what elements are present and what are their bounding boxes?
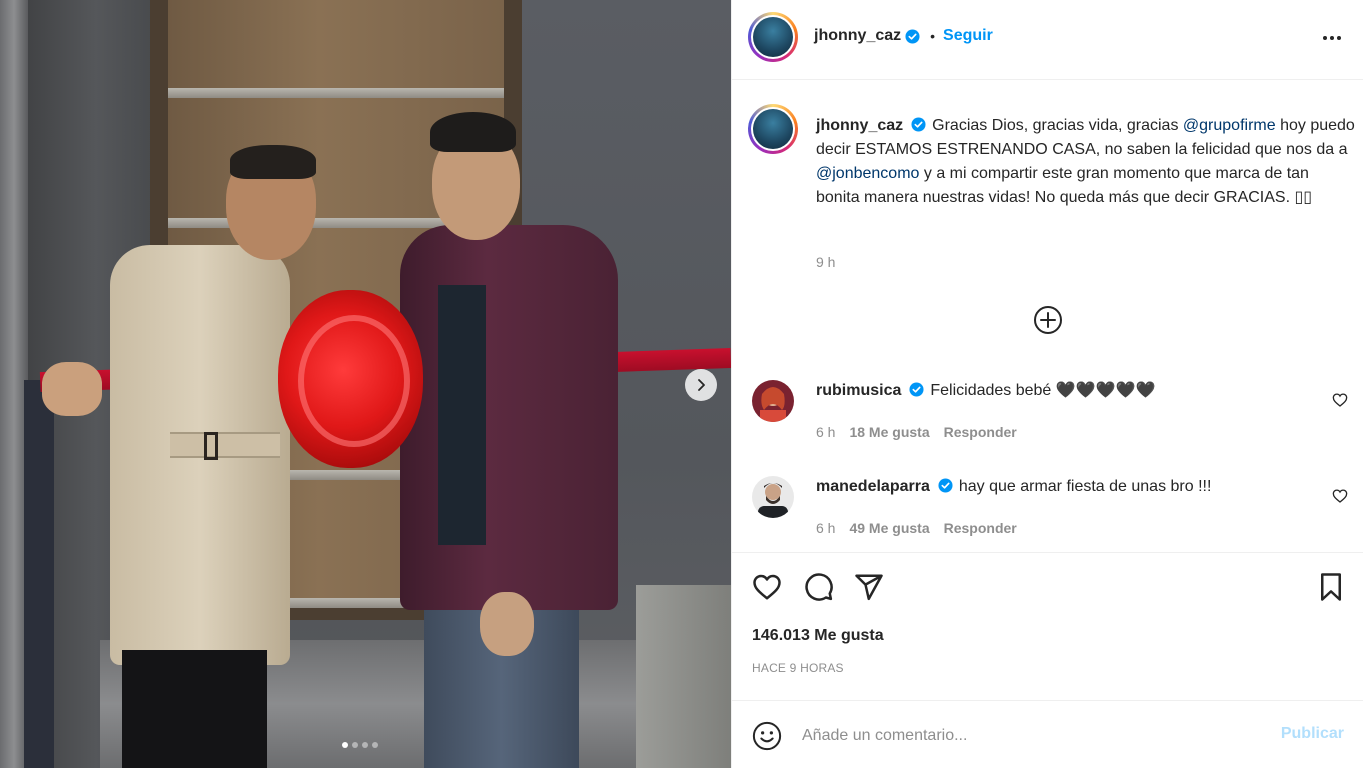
carousel-indicator xyxy=(342,742,378,748)
comment-body: rubimusica Felicidades bebé 🖤🖤🖤🖤🖤 xyxy=(816,380,1316,402)
mention-link[interactable]: @jonbencomo xyxy=(816,165,919,182)
like-comment-heart-icon[interactable] xyxy=(1332,488,1348,504)
author-name-row: jhonny_caz • Seguir xyxy=(814,27,993,45)
comment-reply-button[interactable]: Responder xyxy=(944,520,1017,536)
post-side-panel: jhonny_caz • Seguir jhonny_caz Gracias Di… xyxy=(731,0,1363,768)
comment-text: hay que armar fiesta de unas bro !!! xyxy=(958,478,1212,495)
comment-likes[interactable]: 49 Me gusta xyxy=(849,520,929,536)
actions-divider xyxy=(732,552,1363,553)
emoji-icon[interactable] xyxy=(752,721,782,751)
likes-count[interactable]: 146.013 Me gusta xyxy=(752,627,884,645)
save-bookmark-icon[interactable] xyxy=(1316,572,1346,602)
photo-hands xyxy=(42,362,102,416)
more-dots-icon xyxy=(1323,36,1341,40)
load-more-comments-icon[interactable] xyxy=(1033,305,1063,335)
photo-person-2-jacket xyxy=(400,225,618,610)
author-avatar[interactable] xyxy=(748,12,798,62)
post-photo[interactable] xyxy=(0,0,731,768)
photo-person-1-belt xyxy=(170,432,280,458)
photo-red-bow xyxy=(278,290,423,468)
share-send-icon[interactable] xyxy=(854,572,884,602)
comment-likes[interactable]: 18 Me gusta xyxy=(849,424,929,440)
chevron-right-icon xyxy=(698,379,705,391)
author-username[interactable]: jhonny_caz xyxy=(814,27,901,45)
photo-arm xyxy=(24,380,54,768)
caption-timestamp[interactable]: 9 h xyxy=(816,254,835,270)
carousel-dot xyxy=(372,742,378,748)
verified-badge-icon xyxy=(911,117,926,132)
carousel-dot xyxy=(362,742,368,748)
post-timestamp[interactable]: HACE 9 HORAS xyxy=(752,661,844,675)
add-comment-bar: Publicar xyxy=(732,700,1363,768)
comment-input[interactable] xyxy=(802,723,1262,749)
photo-person-2-hair xyxy=(430,112,516,152)
photo-person-1-buckle xyxy=(204,432,218,460)
commenter-username[interactable]: manedelaparra xyxy=(816,478,930,495)
more-options-button[interactable] xyxy=(1320,26,1344,50)
caption-author-avatar[interactable] xyxy=(748,104,798,154)
photo-person-2-hand xyxy=(480,592,534,656)
comment-bubble-icon[interactable] xyxy=(804,572,834,602)
comment-body: manedelaparra hay que armar fiesta de una… xyxy=(816,476,1316,498)
caption-username[interactable]: jhonny_caz xyxy=(816,117,903,134)
comment-meta: 6 h 49 Me gusta Responder xyxy=(816,520,1017,536)
commenter-username[interactable]: rubimusica xyxy=(816,382,901,399)
comment-reply-button[interactable]: Responder xyxy=(944,424,1017,440)
verified-badge-icon xyxy=(909,382,924,397)
photo-person-1-legs xyxy=(122,650,267,768)
verified-badge-icon xyxy=(905,28,920,44)
commenter-avatar[interactable] xyxy=(752,380,794,422)
mention-link[interactable]: @grupofirme xyxy=(1183,117,1276,134)
photo-person-2-shirt xyxy=(438,285,486,545)
caption-text-part: Gracias Dios, gracias vida, gracias xyxy=(932,117,1183,134)
header-separator: • xyxy=(930,28,936,44)
carousel-next-button[interactable] xyxy=(685,369,717,401)
verified-badge-icon xyxy=(938,478,953,493)
post-header: jhonny_caz • Seguir xyxy=(732,0,1363,80)
commenter-avatar[interactable] xyxy=(752,476,794,518)
carousel-dot xyxy=(352,742,358,748)
comment-time[interactable]: 6 h xyxy=(816,424,835,440)
comment-meta: 6 h 18 Me gusta Responder xyxy=(816,424,1017,440)
comment-text: Felicidades bebé 🖤🖤🖤🖤🖤 xyxy=(930,382,1156,399)
comment-time[interactable]: 6 h xyxy=(816,520,835,536)
like-comment-heart-icon[interactable] xyxy=(1332,392,1348,408)
publish-button[interactable]: Publicar xyxy=(1281,725,1344,743)
photo-step xyxy=(636,585,731,768)
carousel-dot-active xyxy=(342,742,348,748)
follow-button[interactable]: Seguir xyxy=(943,27,993,45)
caption-text: jhonny_caz Gracias Dios, gracias vida, gr… xyxy=(816,114,1356,210)
photo-person-1-hair xyxy=(230,145,316,179)
like-heart-icon[interactable] xyxy=(752,572,782,602)
photo-door-rail xyxy=(168,88,504,98)
